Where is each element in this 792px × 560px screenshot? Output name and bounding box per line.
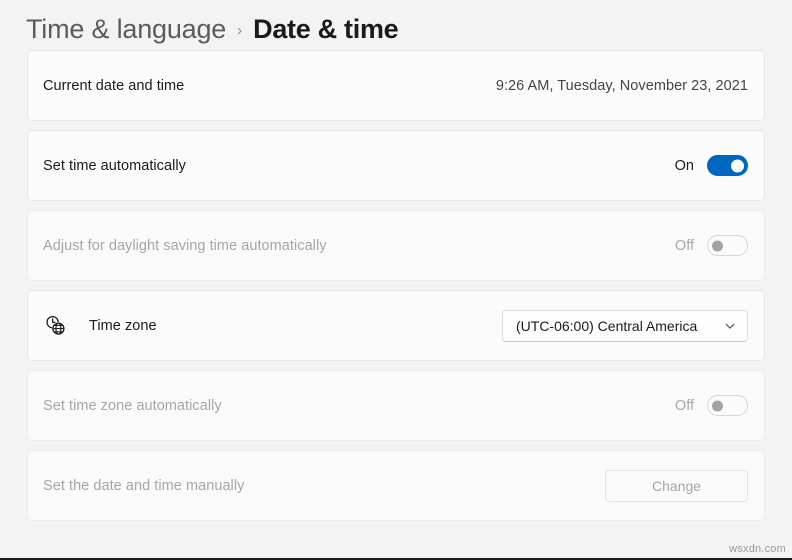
setting-row-time-zone: Time zone (UTC-06:00) Central America (27, 290, 765, 361)
toggle-state-label-adjust-daylight-saving: Off (674, 237, 694, 254)
row-right-time-zone: (UTC-06:00) Central America (502, 309, 748, 342)
chevron-down-icon (724, 320, 736, 332)
setting-row-set-date-time-manually: Set the date and time manually Change (27, 450, 765, 521)
setting-label-set-date-time-manually: Set the date and time manually (43, 477, 245, 494)
row-left-set-time-zone-automatically: Set time zone automatically (43, 398, 675, 414)
breadcrumb: Time & language › Date & time (0, 0, 792, 46)
page-title: Date & time (253, 14, 399, 44)
row-left-current-date-and-time: Current date and time (43, 78, 496, 94)
toggle-knob (712, 400, 723, 411)
setting-label-set-time-automatically: Set time automatically (43, 157, 186, 174)
row-right-set-time-zone-automatically: Off (675, 395, 748, 416)
row-right-current-date-and-time: 9:26 AM, Tuesday, November 23, 2021 (496, 78, 748, 94)
setting-label-set-time-zone-automatically: Set time zone automatically (43, 397, 222, 414)
setting-row-set-time-automatically: Set time automatically On (27, 130, 765, 201)
setting-row-current-date-and-time: Current date and time 9:26 AM, Tuesday, … (27, 50, 765, 121)
setting-row-set-time-zone-automatically: Set time zone automatically Off (27, 370, 765, 441)
time-zone-dropdown[interactable]: (UTC-06:00) Central America (502, 309, 748, 342)
toggle-knob (712, 240, 723, 251)
setting-label-adjust-daylight-saving: Adjust for daylight saving time automati… (43, 237, 327, 254)
current-date-and-time-value: 9:26 AM, Tuesday, November 23, 2021 (495, 77, 748, 94)
row-right-adjust-daylight-saving: Off (675, 235, 748, 256)
setting-label-current-date-and-time: Current date and time (43, 77, 185, 94)
toggle-adjust-daylight-saving (707, 235, 748, 256)
row-right-set-time-automatically: On (675, 155, 748, 176)
row-right-set-date-time-manually: Change (605, 469, 748, 502)
world-clock-icon (43, 313, 69, 339)
change-button: Change (605, 469, 748, 502)
settings-list: Current date and time 9:26 AM, Tuesday, … (0, 50, 792, 521)
toggle-set-time-automatically[interactable] (707, 155, 748, 176)
toggle-set-time-zone-automatically (707, 395, 748, 416)
toggle-state-label-set-time-automatically: On (674, 157, 694, 174)
toggle-state-label-set-time-zone-automatically: Off (674, 397, 694, 414)
watermark: wsxdn.com (729, 543, 786, 555)
row-left-set-date-time-manually: Set the date and time manually (43, 478, 605, 494)
row-left-set-time-automatically: Set time automatically (43, 158, 675, 174)
setting-label-time-zone: Time zone (89, 317, 157, 334)
breadcrumb-parent-time-and-language[interactable]: Time & language (26, 14, 226, 45)
chevron-right-icon: › (237, 22, 243, 39)
row-left-adjust-daylight-saving: Adjust for daylight saving time automati… (43, 238, 675, 254)
row-left-time-zone: Time zone (43, 313, 502, 339)
toggle-knob (731, 159, 744, 172)
setting-row-adjust-daylight-saving: Adjust for daylight saving time automati… (27, 210, 765, 281)
time-zone-selected-value: (UTC-06:00) Central America (516, 317, 698, 334)
